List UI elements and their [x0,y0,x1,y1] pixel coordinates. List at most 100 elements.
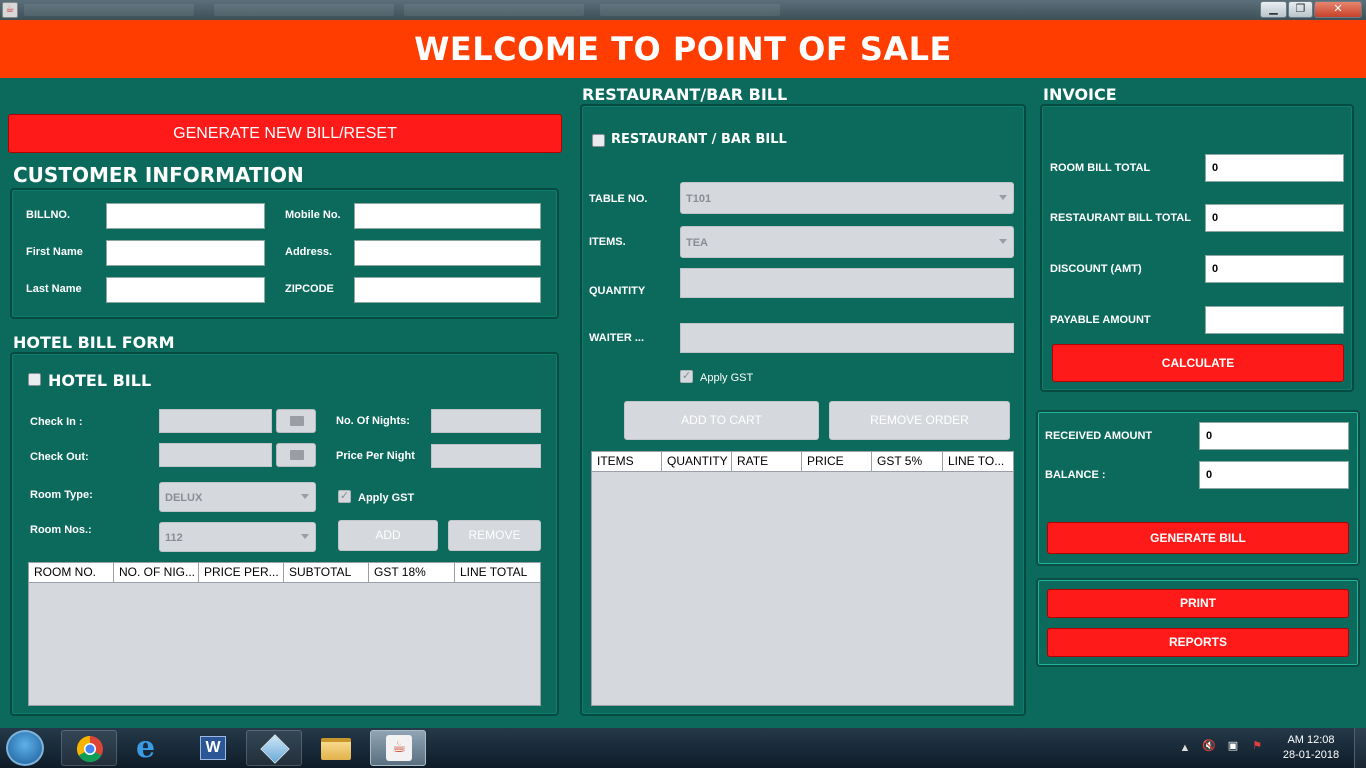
column-header[interactable]: GST 5% [872,452,943,471]
check-out-calendar-button[interactable] [276,443,316,467]
reports-button[interactable]: REPORTS [1047,628,1349,657]
restaurant-table-header: ITEMS QUANTITY RATE PRICE GST 5% LINE TO… [592,452,1013,472]
close-button[interactable]: ✕ [1314,1,1362,18]
column-header[interactable]: SUBTOTAL [284,563,369,582]
column-header[interactable]: NO. OF NIG... [114,563,199,582]
quantity-field[interactable] [680,268,1014,298]
column-header[interactable]: GST 18% [369,563,455,582]
hotel-apply-gst-checkbox[interactable]: ✓ [338,490,351,503]
chevron-down-icon [301,534,309,539]
virtualbox-icon [260,734,290,764]
balance-field[interactable]: 0 [1199,461,1349,489]
payable-amount-field[interactable] [1205,306,1344,334]
minimize-button[interactable]: ▁ [1260,1,1287,18]
check-out-label: Check Out: [30,451,89,463]
first-name-label: First Name [26,246,83,258]
java-app-taskbar-button[interactable]: ☕ [370,730,426,766]
clock-time: AM 12:08 [1287,734,1335,746]
chevron-down-icon [999,239,1007,244]
received-amount-field[interactable]: 0 [1199,422,1349,450]
mobile-no-field[interactable] [354,203,541,229]
chrome-taskbar-button[interactable] [61,730,117,766]
generate-bill-button[interactable]: GENERATE BILL [1047,522,1349,554]
calculate-button[interactable]: CALCULATE [1052,344,1344,382]
discount-field[interactable]: 0 [1205,255,1344,283]
quantity-label: QUANTITY [589,285,646,297]
chevron-down-icon [301,494,309,499]
bill-no-field[interactable] [106,203,265,229]
clock-date: 28-01-2018 [1282,749,1340,761]
chevron-down-icon [999,195,1007,200]
calendar-icon [290,450,304,460]
restaurant-bar-bill-title: RESTAURANT/BAR BILL [582,85,788,104]
virtualbox-taskbar-button[interactable] [246,730,302,766]
price-per-night-field[interactable] [431,444,541,468]
room-bill-total-field[interactable]: 0 [1205,154,1344,182]
items-label: ITEMS. [589,236,626,248]
no-of-nights-field[interactable] [431,409,541,433]
restaurant-bill-total-field[interactable]: 0 [1205,204,1344,232]
hotel-bill-table[interactable]: ROOM NO. NO. OF NIG... PRICE PER... SUBT… [28,562,541,706]
column-header[interactable]: RATE [732,452,802,471]
waiter-label: WAITER ... [589,332,644,344]
restaurant-apply-gst-checkbox[interactable]: ✓ [680,370,693,383]
titlebar-text-blur [404,4,584,16]
items-select[interactable]: TEA [680,226,1014,258]
check-in-label: Check In : [30,416,83,428]
table-no-value: T101 [686,193,712,205]
print-button[interactable]: PRINT [1047,589,1349,618]
column-header[interactable]: LINE TOTAL [455,563,540,582]
word-taskbar-button[interactable]: W [185,730,241,766]
maximize-button[interactable]: ❐ [1288,1,1313,18]
generate-new-bill-reset-button[interactable]: GENERATE NEW BILL/RESET [8,114,562,153]
check-in-calendar-button[interactable] [276,409,316,433]
waiter-field[interactable] [680,323,1014,353]
column-header[interactable]: PRICE [802,452,872,471]
add-to-cart-button[interactable]: ADD TO CART [624,401,819,440]
address-field[interactable] [354,240,541,266]
column-header[interactable]: ROOM NO. [29,563,114,582]
hotel-apply-gst-label: Apply GST [358,492,415,504]
table-no-select[interactable]: T101 [680,182,1014,214]
discount-label: DISCOUNT (AMT) [1050,263,1142,275]
zipcode-field[interactable] [354,277,541,303]
invoice-title: INVOICE [1043,85,1117,104]
mobile-no-label: Mobile No. [285,209,341,221]
hotel-bill-checkbox[interactable] [28,373,41,386]
last-name-label: Last Name [26,283,82,295]
show-hidden-icons[interactable]: ▲ [1178,742,1192,754]
remove-room-button[interactable]: REMOVE [448,520,541,551]
room-nos-select[interactable]: 112 [159,522,316,552]
network-icon[interactable]: ▣ [1226,740,1240,752]
no-of-nights-label: No. Of Nights: [336,415,410,427]
action-center-flag-icon[interactable]: ⚑ [1250,740,1264,752]
first-name-field[interactable] [106,240,265,266]
last-name-field[interactable] [106,277,265,303]
file-explorer-taskbar-button[interactable] [308,730,364,766]
table-no-label: TABLE NO. [589,193,648,205]
internet-explorer-taskbar-button[interactable]: e [122,730,178,766]
restaurant-bar-bill-checkbox[interactable] [592,134,605,147]
show-desktop-button[interactable] [1354,728,1366,768]
balance-label: BALANCE : [1045,469,1106,481]
remove-order-button[interactable]: REMOVE ORDER [829,401,1010,440]
address-label: Address. [285,246,333,258]
add-room-button[interactable]: ADD [338,520,438,551]
room-bill-total-label: ROOM BILL TOTAL [1050,162,1151,174]
titlebar-text-blur [24,4,194,16]
chrome-icon [76,735,103,763]
room-type-select[interactable]: DELUX [159,482,316,512]
column-header[interactable]: QUANTITY [662,452,732,471]
check-in-date-field[interactable] [159,409,272,433]
payable-amount-label: PAYABLE AMOUNT [1050,314,1151,326]
banner-title: WELCOME TO POINT OF SALE [414,30,952,68]
column-header[interactable]: PRICE PER... [199,563,284,582]
volume-muted-icon[interactable]: 🔇 [1202,740,1216,752]
restaurant-bill-table[interactable]: ITEMS QUANTITY RATE PRICE GST 5% LINE TO… [591,451,1014,706]
check-out-date-field[interactable] [159,443,272,467]
file-explorer-icon [321,738,351,760]
column-header[interactable]: LINE TO... [943,452,1013,471]
start-button[interactable] [6,730,44,766]
column-header[interactable]: ITEMS [592,452,662,471]
clock[interactable]: AM 12:08 28-01-2018 [1276,733,1346,763]
